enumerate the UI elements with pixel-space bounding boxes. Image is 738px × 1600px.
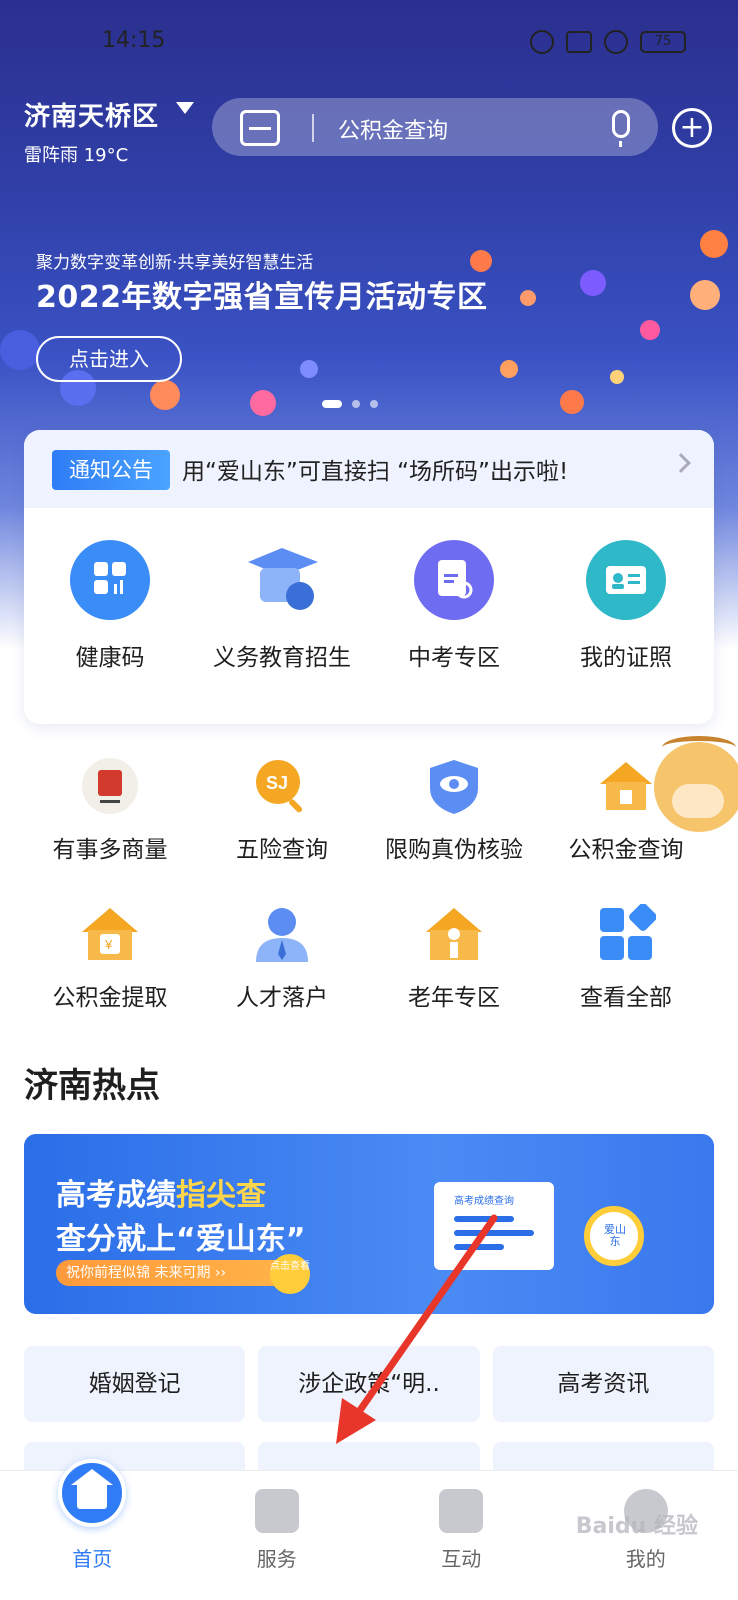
tab-label: 服务 bbox=[256, 1547, 297, 1571]
notice-text[interactable]: 用“爱山东”可直接扫 “场所码”出示啦! bbox=[182, 452, 568, 486]
search-input[interactable]: 公积金查询 bbox=[338, 113, 448, 145]
location-name: 济南天桥区 bbox=[24, 102, 160, 132]
service-label: 我的证照 bbox=[580, 645, 672, 671]
quick-tiles: 婚姻登记 涉企政策“明.. 高考资讯 bbox=[24, 1346, 714, 1422]
gaokao-banner[interactable]: 高考成绩指尖查 查分就上“爱山东” 祝你前程似锦 未来可期 ›› 点击查看 高考… bbox=[24, 1134, 714, 1314]
main-services-card: 通知公告 用“爱山东”可直接扫 “场所码”出示啦! 健康码 义务教育招生 中考专… bbox=[24, 430, 714, 724]
status-icons: 75 bbox=[530, 30, 686, 54]
service-social-insurance[interactable]: SJ 五险查询 bbox=[196, 756, 368, 864]
carousel-dot bbox=[370, 400, 378, 408]
banner-subheadline: 查分就上“爱山东” bbox=[56, 1222, 306, 1257]
microphone-icon[interactable] bbox=[612, 110, 630, 147]
tab-interaction[interactable]: 互动 bbox=[369, 1471, 554, 1600]
alarm-icon bbox=[530, 30, 554, 54]
status-time: 14:15 bbox=[102, 28, 166, 53]
service-label: 义务教育招生 bbox=[213, 645, 351, 671]
magnifier-text: 爱山东 bbox=[604, 1223, 626, 1248]
banner-click-button[interactable]: 点击查看 bbox=[270, 1254, 310, 1294]
service-label: 查看全部 bbox=[580, 985, 672, 1011]
tab-label: 我的 bbox=[625, 1547, 666, 1571]
service-consultation[interactable]: 有事多商量 bbox=[24, 756, 196, 864]
service-label: 有事多商量 bbox=[52, 837, 168, 863]
service-purchase-verify[interactable]: 限购真伪核验 bbox=[368, 756, 540, 864]
id-card-icon bbox=[586, 540, 666, 620]
service-label: 限购真伪核验 bbox=[385, 837, 523, 863]
house-fund-icon bbox=[596, 756, 656, 816]
banner-headline-b: 指尖查 bbox=[176, 1178, 266, 1213]
svg-text:SJ: SJ bbox=[266, 773, 288, 793]
service-label: 公积金查询 bbox=[568, 837, 684, 863]
service-label: 老年专区 bbox=[408, 985, 500, 1011]
tile-marriage-registration[interactable]: 婚姻登记 bbox=[24, 1346, 246, 1422]
scan-icon[interactable] bbox=[240, 110, 280, 146]
service-compulsory-education[interactable]: 义务教育招生 bbox=[196, 540, 368, 672]
carousel-dot bbox=[352, 400, 360, 408]
banner-slogan-pill: 祝你前程似锦 未来可期 ›› bbox=[56, 1260, 292, 1286]
graduation-cap-icon bbox=[242, 540, 322, 620]
service-exam-zone[interactable]: 中考专区 bbox=[368, 540, 540, 672]
signal-icon bbox=[566, 31, 592, 53]
all-apps-icon bbox=[596, 903, 657, 964]
carousel-dot-active bbox=[322, 400, 342, 408]
battery-icon: 75 bbox=[640, 31, 686, 53]
main-services-row: 健康码 义务教育招生 中考专区 我的证照 bbox=[24, 540, 714, 672]
service-health-code[interactable]: 健康码 bbox=[24, 540, 196, 672]
tile-gaokao-news[interactable]: 高考资讯 bbox=[492, 1346, 714, 1422]
caret-down-icon bbox=[176, 102, 194, 114]
service-view-all[interactable]: 查看全部 bbox=[540, 903, 712, 1012]
banner-title[interactable]: 2022年数字强省宣传月活动专区 bbox=[36, 272, 488, 316]
tab-label: 互动 bbox=[441, 1547, 482, 1571]
service-label: 健康码 bbox=[75, 645, 145, 671]
service-label: 中考专区 bbox=[408, 645, 500, 671]
banner-decor-bar bbox=[454, 1216, 514, 1222]
services-grid-row-1: 有事多商量 SJ 五险查询 限购真伪核验 公积金查询 bbox=[24, 756, 714, 864]
services-grid-row-2: ¥ 公积金提取 人才落户 老年专区 查看全部 bbox=[24, 903, 714, 1012]
banner-headline: 高考成绩指尖查 bbox=[56, 1170, 266, 1214]
notice-bar[interactable]: 通知公告 用“爱山东”可直接扫 “场所码”出示啦! bbox=[24, 430, 714, 508]
banner-card-title: 高考成绩查询 bbox=[454, 1196, 514, 1207]
banner-enter-button[interactable]: 点击进入 bbox=[36, 336, 182, 382]
service-my-certificates[interactable]: 我的证照 bbox=[540, 540, 712, 672]
watermark: Baidu 经验 bbox=[575, 1514, 698, 1539]
chat-doc-icon bbox=[439, 1489, 484, 1533]
banner-subtitle: 聚力数字变革创新·共享美好智慧生活 bbox=[36, 253, 314, 273]
banner-decor-bar bbox=[454, 1244, 504, 1250]
service-label: 五险查询 bbox=[236, 837, 328, 863]
service-label: 公积金提取 bbox=[52, 985, 168, 1011]
si-search-icon: SJ bbox=[252, 756, 312, 816]
exam-doc-icon bbox=[414, 540, 494, 620]
add-icon[interactable]: + bbox=[672, 108, 712, 148]
eye-shield-icon bbox=[424, 756, 484, 816]
tab-label: 首页 bbox=[72, 1547, 113, 1571]
person-icon bbox=[252, 904, 312, 964]
home-glyph bbox=[71, 1469, 114, 1509]
svg-text:¥: ¥ bbox=[104, 937, 113, 952]
location-selector[interactable]: 济南天桥区 雷阵雨 19°C bbox=[24, 96, 194, 167]
assistant-mascot-icon[interactable] bbox=[654, 736, 738, 832]
section-title-hot: 济南热点 bbox=[24, 1066, 160, 1106]
chevron-right-icon bbox=[671, 453, 691, 473]
banner-decor-bar bbox=[454, 1230, 534, 1236]
weather-info: 雷阵雨 19°C bbox=[24, 145, 129, 166]
tab-home[interactable]: 首页 bbox=[0, 1459, 185, 1600]
service-icon bbox=[254, 1489, 299, 1533]
service-label: 人才落户 bbox=[236, 985, 328, 1011]
home-icon bbox=[58, 1459, 127, 1527]
tab-service[interactable]: 服务 bbox=[185, 1471, 370, 1600]
status-bar: 14:15 75 bbox=[0, 28, 738, 64]
grid-app-icon bbox=[70, 540, 150, 620]
service-talent-settlement[interactable]: 人才落户 bbox=[196, 904, 368, 1012]
elder-house-icon bbox=[424, 904, 484, 964]
search-bar[interactable]: 公积金查询 bbox=[212, 98, 658, 156]
search-divider bbox=[312, 114, 314, 142]
notice-tag: 通知公告 bbox=[52, 450, 170, 490]
banner-headline-a: 高考成绩 bbox=[56, 1178, 176, 1213]
carousel-indicator bbox=[322, 400, 378, 408]
service-housing-fund-withdraw[interactable]: ¥ 公积金提取 bbox=[24, 904, 196, 1012]
service-elderly-zone[interactable]: 老年专区 bbox=[368, 904, 540, 1012]
wifi-icon bbox=[604, 30, 628, 54]
seal-icon bbox=[80, 756, 140, 816]
house-yuan-icon: ¥ bbox=[80, 904, 140, 964]
tile-enterprise-policy[interactable]: 涉企政策“明.. bbox=[258, 1346, 480, 1422]
